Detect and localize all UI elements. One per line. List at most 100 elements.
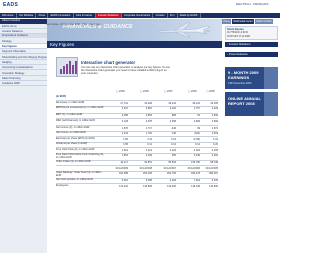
thumbnail-bar: [75, 60, 78, 74]
table-cell: 1.91: [213, 137, 218, 141]
eads-logo[interactable]: EADS: [3, 2, 18, 8]
earnings-promo-date: 13th November 2009: [228, 82, 252, 85]
press-releases-label: Press Releases: [228, 53, 248, 56]
row-label: Revenues, in million EUR: [56, 100, 85, 104]
row-label: EBITDA pre exceptional (1), in million E…: [56, 106, 104, 110]
row-label: Free Cash Flow (3), in million EUR: [56, 147, 95, 151]
table-cell: 0.12: [147, 143, 152, 147]
promo-accent: [264, 92, 278, 116]
sidebar-item-investor-relations[interactable]: Investor Relations: [0, 29, 47, 35]
chevron-right-icon: ›: [227, 43, 228, 46]
press-releases-button[interactable]: ›Press Releases: [225, 52, 278, 57]
table-cell: 99: [197, 126, 200, 130]
nav-item-made-by-eads[interactable]: Made by EADS: [178, 13, 201, 18]
tab-home[interactable]: Home: [222, 19, 232, 24]
sidebar-item-accounting-considerations[interactable]: Accounting Considerations: [0, 65, 47, 71]
table-cell: 39,434: [168, 101, 176, 105]
chart-generator-thumbnail[interactable]: [56, 57, 78, 77]
table-cell: 5,061: [121, 179, 128, 183]
sidebar-item-hedging[interactable]: Hedging: [0, 60, 47, 65]
row-label: Order intake (4), in million EUR: [56, 160, 91, 164]
nav-item-eads-innovation[interactable]: EADS Innovation: [48, 13, 74, 18]
right-column: Home Multimedia Centre EADS at Work Stock …: [222, 19, 280, 253]
nav-item-en-home[interactable]: EN Home: [0, 13, 17, 18]
table-cell: 1,700: [145, 132, 152, 136]
row-label: Dividend per share (in EUR): [56, 142, 88, 146]
table-cell: 2,223: [169, 148, 176, 152]
table-cell: 2,000: [211, 154, 218, 158]
table-cell: 27,761: [120, 101, 128, 105]
table-cell: 3,949: [193, 154, 200, 158]
table-cell: 113,210: [119, 184, 128, 188]
thumbnail-bar: [62, 65, 65, 74]
sidebar-item-guidance-2008[interactable]: Guidance 2008: [0, 81, 47, 87]
row-label: Earnings per share (EPS) (in EUR): [56, 136, 95, 140]
chevron-right-icon: ›: [227, 53, 228, 56]
table-cell: 868: [171, 114, 176, 118]
sidebar-item-innovation-strategy[interactable]: Innovation Strategy: [0, 71, 47, 76]
table-cell: 55,518: [168, 161, 176, 165]
table-cell: 2,669: [211, 119, 218, 123]
earnings-promo[interactable]: 9 - MONTH 2009 EARNINGS 13th November 20…: [225, 67, 278, 89]
table-cell: 2,324: [193, 148, 200, 152]
table-cell: 98,048: [210, 161, 218, 165]
nav-item-investor-relations[interactable]: Investor Relations: [95, 13, 122, 18]
year-header-2005[interactable]: ▢ 2005: [206, 90, 215, 93]
stock-quotes-title: Stock Quotes: [227, 28, 244, 31]
table-cell: 2,458: [121, 114, 128, 118]
table-cell: 0.12: [171, 143, 176, 147]
table-cell: 2,209: [145, 154, 152, 158]
table-cell: 119,506: [209, 184, 218, 188]
sidebar-item-eads-home[interactable]: EADS Home: [0, 24, 47, 29]
table-cell: 44,117: [120, 161, 128, 165]
stock-price: 16,775 EUR -0.39 %: [227, 32, 249, 34]
table-cell: 2,830: [211, 114, 218, 118]
sidebar: About Investors EADS Home Investor Relatio…: [0, 19, 47, 253]
tab-eads-at-work[interactable]: EADS at Work: [254, 19, 274, 24]
language-links[interactable]: DEUTSCH · FRANÇAIS: [236, 2, 268, 6]
annual-report-promo[interactable]: ONLINE ANNUAL REPORT 2008: [225, 92, 278, 116]
nav-item-fun[interactable]: Fun: [168, 13, 178, 18]
chart-generator-title[interactable]: Interactive chart generator: [81, 60, 135, 65]
year-header-2008[interactable]: ▢ 2008: [140, 90, 149, 93]
nav-item-contact[interactable]: Contact: [153, 13, 168, 18]
nav-item-jobs-career[interactable]: Jobs & Career: [74, 13, 96, 18]
table-cell: 184,588: [118, 172, 128, 176]
annual-report-promo-title-line2: REPORT 2008: [228, 100, 255, 106]
nav-item-press[interactable]: Press: [36, 13, 49, 18]
table-cell: 655: [171, 154, 176, 158]
table-row: R&D (self-financed), in million EUR 2,128…: [56, 118, 218, 125]
page-title: Key Figures: [50, 42, 75, 47]
table-cell: 92,551: [144, 161, 152, 165]
stock-quotes-box[interactable]: Stock Quotes 16,775 EUR -0.39 % 18:00 CE…: [225, 26, 278, 40]
year-header-2006[interactable]: ▢ 2006: [188, 90, 197, 93]
thumbnail-bar: [65, 63, 69, 74]
sidebar-item-sales-financing[interactable]: Sales Financing: [0, 76, 47, 81]
main-nav: EN Home Our Website Press EADS Innovation Jo…: [0, 13, 280, 18]
table-cell: 31/12/2006: [187, 166, 200, 170]
sidebar-item-shareholding-and-own-buying-programmes[interactable]: Shareholding and Own Buying Programmes: [0, 55, 47, 60]
table-cell: 0.12: [171, 137, 176, 141]
investor-relations-button[interactable]: ›Investor Relations: [225, 42, 278, 47]
table-cell: 5,485: [145, 179, 152, 183]
table-cell: 1,442: [121, 132, 128, 136]
sidebar-item-segment-information[interactable]: Segment Information: [0, 49, 47, 55]
table-cell: (322): [194, 132, 200, 136]
year-header-2007[interactable]: ▢ 2007: [164, 90, 173, 93]
table-cell: 136,780: [190, 161, 200, 165]
year-header-2009[interactable]: ▢ 2009: [116, 90, 125, 93]
thumbnail-bar: [68, 61, 72, 74]
nav-item-our-website[interactable]: Our Website: [17, 13, 37, 18]
table-cell: 4,229: [169, 179, 176, 183]
table-row: Order Backlog / Order book (4), in milli…: [56, 170, 218, 178]
table-cell: 2,413: [145, 148, 152, 152]
row-label: Net income, in million EUR: [56, 131, 86, 135]
sidebar-item-strategy[interactable]: Strategy: [0, 39, 47, 44]
table-row: Employees 113,210 116,805 116,493 118,349 119…: [56, 183, 218, 189]
table-cell: 3,232: [169, 107, 176, 111]
row-label: EBIT (1), in million EUR: [56, 113, 83, 117]
tab-multimedia-centre[interactable]: Multimedia Centre: [231, 19, 255, 24]
table-cell: 116,493: [167, 184, 176, 188]
nav-item-corporate-governance[interactable]: Corporate Governance: [122, 13, 154, 18]
sidebar-item-key-figures[interactable]: Key Figures: [0, 44, 47, 49]
